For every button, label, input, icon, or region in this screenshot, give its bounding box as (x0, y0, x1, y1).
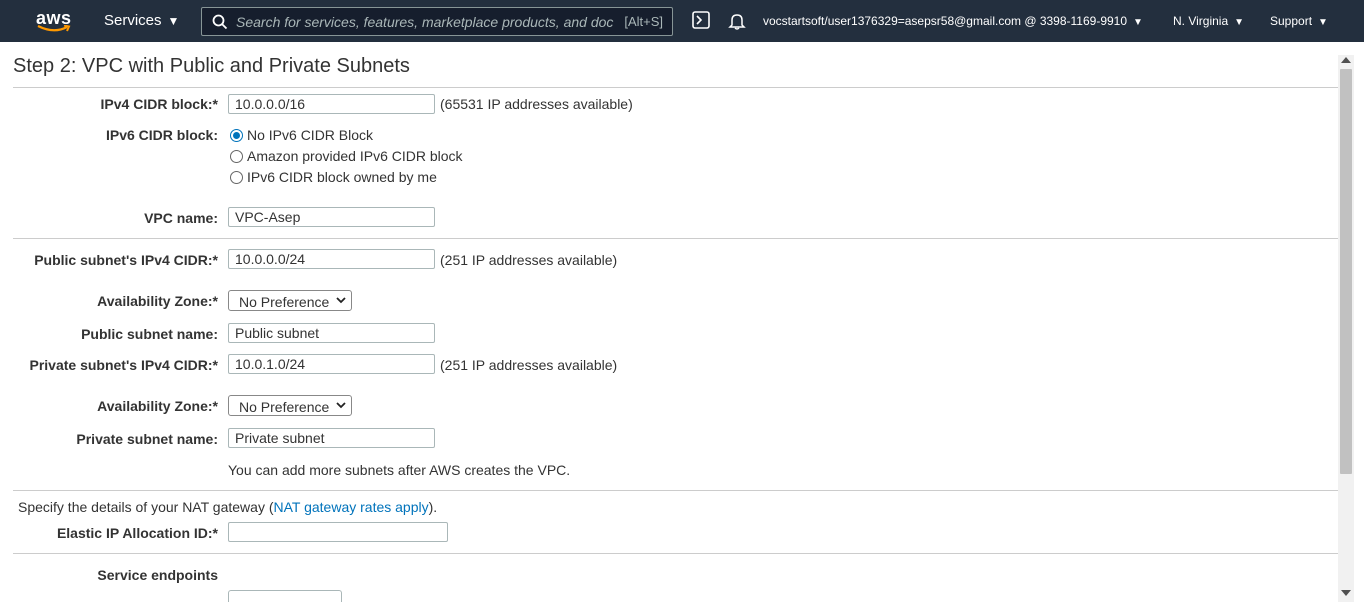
account-label: vocstartsoft/user1376329=asepsr58@gmail.… (763, 14, 1128, 28)
availability-zone-label: Availability Zone:* (97, 293, 218, 309)
support-menu[interactable]: Support ▼ (1270, 14, 1328, 28)
notifications-bell-icon[interactable] (728, 12, 746, 30)
support-label: Support (1270, 14, 1313, 28)
search-shortcut-hint: [Alt+S] (624, 14, 663, 29)
cloudshell-icon[interactable] (692, 11, 710, 29)
private-subnet-name-label: Private subnet name: (76, 431, 218, 447)
search-input[interactable] (236, 11, 616, 32)
services-label: Services (104, 12, 162, 29)
radio-label: IPv6 CIDR block owned by me (247, 169, 437, 185)
radio-label: Amazon provided IPv6 CIDR block (247, 148, 463, 164)
vertical-scrollbar[interactable] (1338, 55, 1354, 602)
ipv4-cidr-input[interactable] (228, 94, 435, 114)
region-menu[interactable]: N. Virginia ▼ (1173, 14, 1244, 28)
public-subnet-name-input[interactable] (228, 323, 435, 343)
private-subnet-name-input[interactable] (228, 428, 435, 448)
divider (13, 553, 1338, 554)
public-subnet-availability: (251 IP addresses available) (440, 252, 618, 268)
more-subnets-note: You can add more subnets after AWS creat… (228, 462, 571, 478)
radio-button[interactable] (230, 149, 243, 163)
caret-down-icon: ▼ (1133, 17, 1143, 28)
region-label: N. Virginia (1173, 14, 1229, 28)
search-box[interactable]: [Alt+S] (201, 7, 673, 36)
service-endpoints-label: Service endpoints (97, 567, 218, 583)
public-subnet-cidr-label: Public subnet's IPv4 CIDR:* (34, 252, 218, 268)
aws-smile-icon (37, 25, 71, 32)
elastic-ip-input[interactable] (228, 522, 448, 542)
add-endpoint-button[interactable] (228, 590, 342, 602)
nat-gateway-description: Specify the details of your NAT gateway … (18, 499, 437, 515)
ipv4-cidr-availability: (65531 IP addresses available) (440, 96, 633, 112)
chevron-down-icon (336, 402, 346, 409)
ipv6-option-owned[interactable]: IPv6 CIDR block owned by me (230, 169, 437, 185)
radio-label: No IPv6 CIDR Block (247, 127, 374, 143)
public-subnet-cidr-input[interactable] (228, 249, 435, 269)
services-menu-button[interactable]: Services ▼ (104, 12, 179, 29)
ipv4-cidr-label: IPv4 CIDR block:* (100, 96, 218, 112)
availability-zone-label: Availability Zone:* (97, 398, 218, 414)
scrollbar-thumb[interactable] (1340, 69, 1352, 474)
radio-button-selected[interactable] (230, 128, 243, 142)
nat-prefix-text: Specify the details of your NAT gateway … (18, 499, 274, 515)
private-availability-zone-select[interactable]: No Preference (228, 395, 352, 416)
private-subnet-availability: (251 IP addresses available) (440, 357, 618, 373)
caret-down-icon: ▼ (1234, 17, 1245, 28)
chevron-down-icon (336, 297, 346, 304)
scroll-down-arrow-icon[interactable] (1341, 590, 1351, 596)
caret-down-icon: ▼ (167, 14, 180, 28)
divider (13, 238, 1338, 239)
divider (13, 490, 1338, 491)
public-availability-zone-select[interactable]: No Preference (228, 290, 352, 311)
elastic-ip-label: Elastic IP Allocation ID:* (56, 525, 218, 541)
top-navigation-bar: aws Services ▼ [Alt+S] vocstartsoft/user1… (0, 0, 1364, 42)
select-value: No Preference (239, 294, 330, 310)
ipv6-option-none[interactable]: No IPv6 CIDR Block (230, 127, 373, 143)
private-subnet-cidr-label: Private subnet's IPv4 CIDR:* (29, 357, 218, 373)
nat-gateway-rates-link[interactable]: NAT gateway rates apply (274, 499, 429, 515)
nat-suffix-text: ). (428, 499, 438, 515)
public-subnet-name-label: Public subnet name: (81, 326, 218, 342)
scroll-up-arrow-icon[interactable] (1341, 57, 1351, 63)
ipv6-cidr-label: IPv6 CIDR block: (105, 127, 218, 143)
aws-logo[interactable]: aws (36, 8, 72, 34)
radio-button[interactable] (230, 170, 243, 184)
select-value: No Preference (239, 399, 330, 415)
search-icon (212, 14, 228, 30)
caret-down-icon: ▼ (1318, 17, 1328, 28)
ipv6-option-amazon[interactable]: Amazon provided IPv6 CIDR block (230, 148, 463, 164)
private-subnet-cidr-input[interactable] (228, 354, 435, 374)
divider (13, 87, 1338, 88)
vpc-name-input[interactable] (228, 207, 435, 227)
vpc-name-label: VPC name: (144, 210, 218, 226)
account-menu[interactable]: vocstartsoft/user1376329=asepsr58@gmail.… (763, 14, 1143, 28)
page-title: Step 2: VPC with Public and Private Subn… (13, 55, 410, 77)
